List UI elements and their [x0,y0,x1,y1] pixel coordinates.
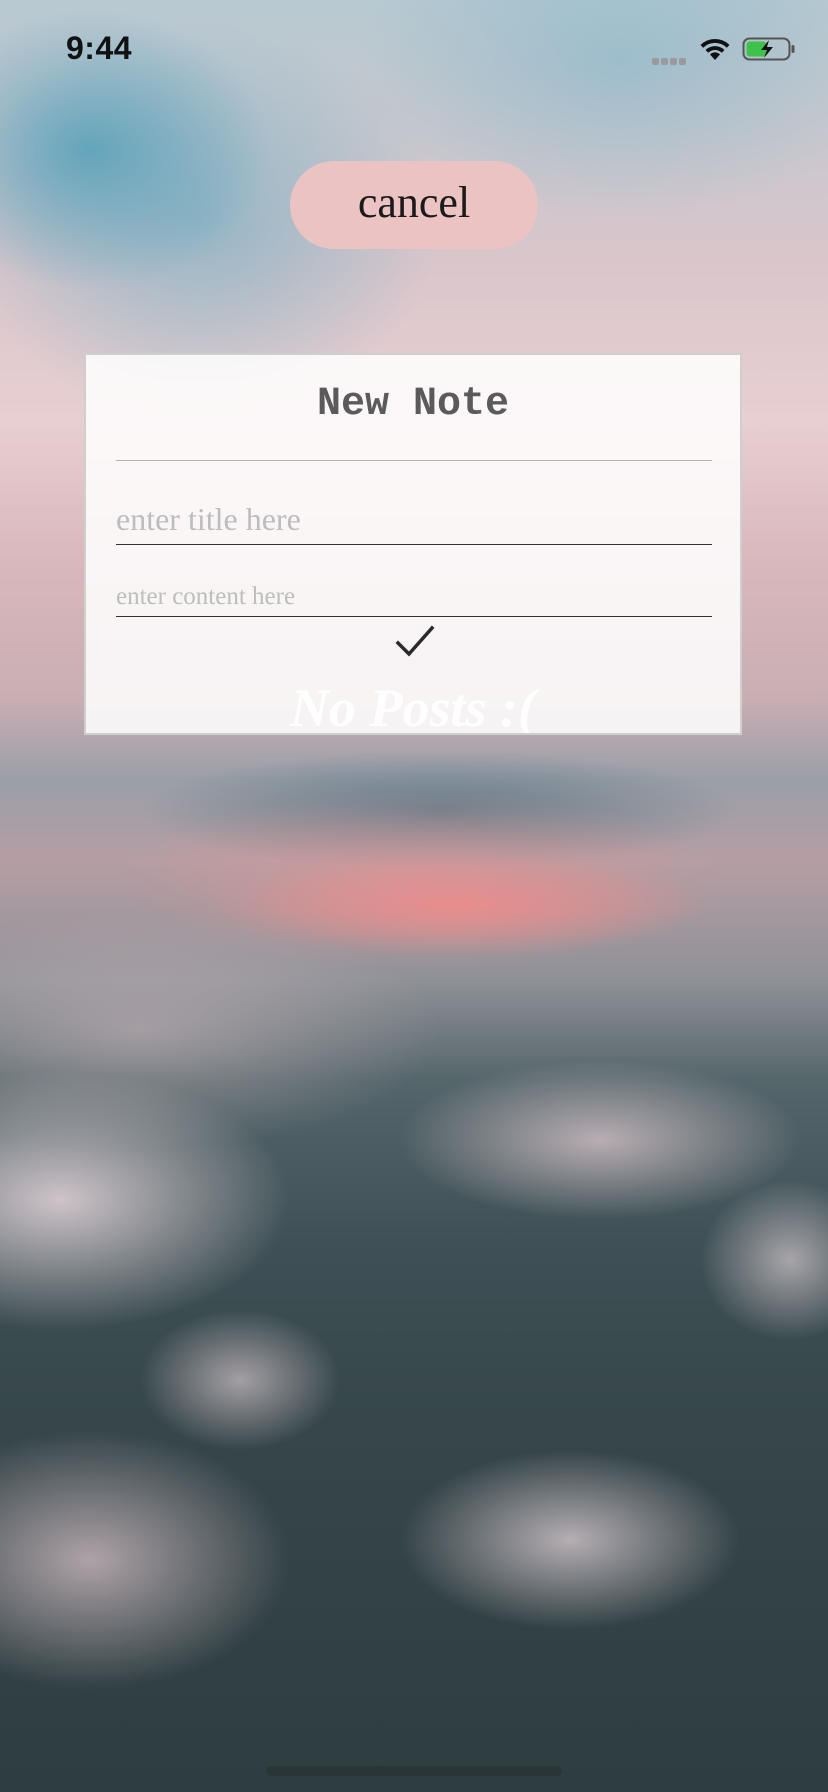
note-card-title: New Note [316,382,510,427]
title-divider [116,460,712,461]
cancel-button[interactable]: cancel [290,161,538,249]
no-posts-message: No Posts :( [290,678,536,735]
home-indicator [266,1766,562,1776]
cancel-button-label: cancel [357,178,471,227]
cellular-signal-icon [652,52,690,65]
note-content-input[interactable] [116,577,712,617]
sky-background [0,0,828,1792]
battery-charging-icon [742,37,795,61]
new-note-card: New Note No Posts :( [84,353,742,735]
checkmark-icon[interactable] [390,619,440,665]
note-title-input[interactable] [116,495,712,545]
wifi-icon [700,38,730,60]
status-time: 9:44 [66,30,133,66]
